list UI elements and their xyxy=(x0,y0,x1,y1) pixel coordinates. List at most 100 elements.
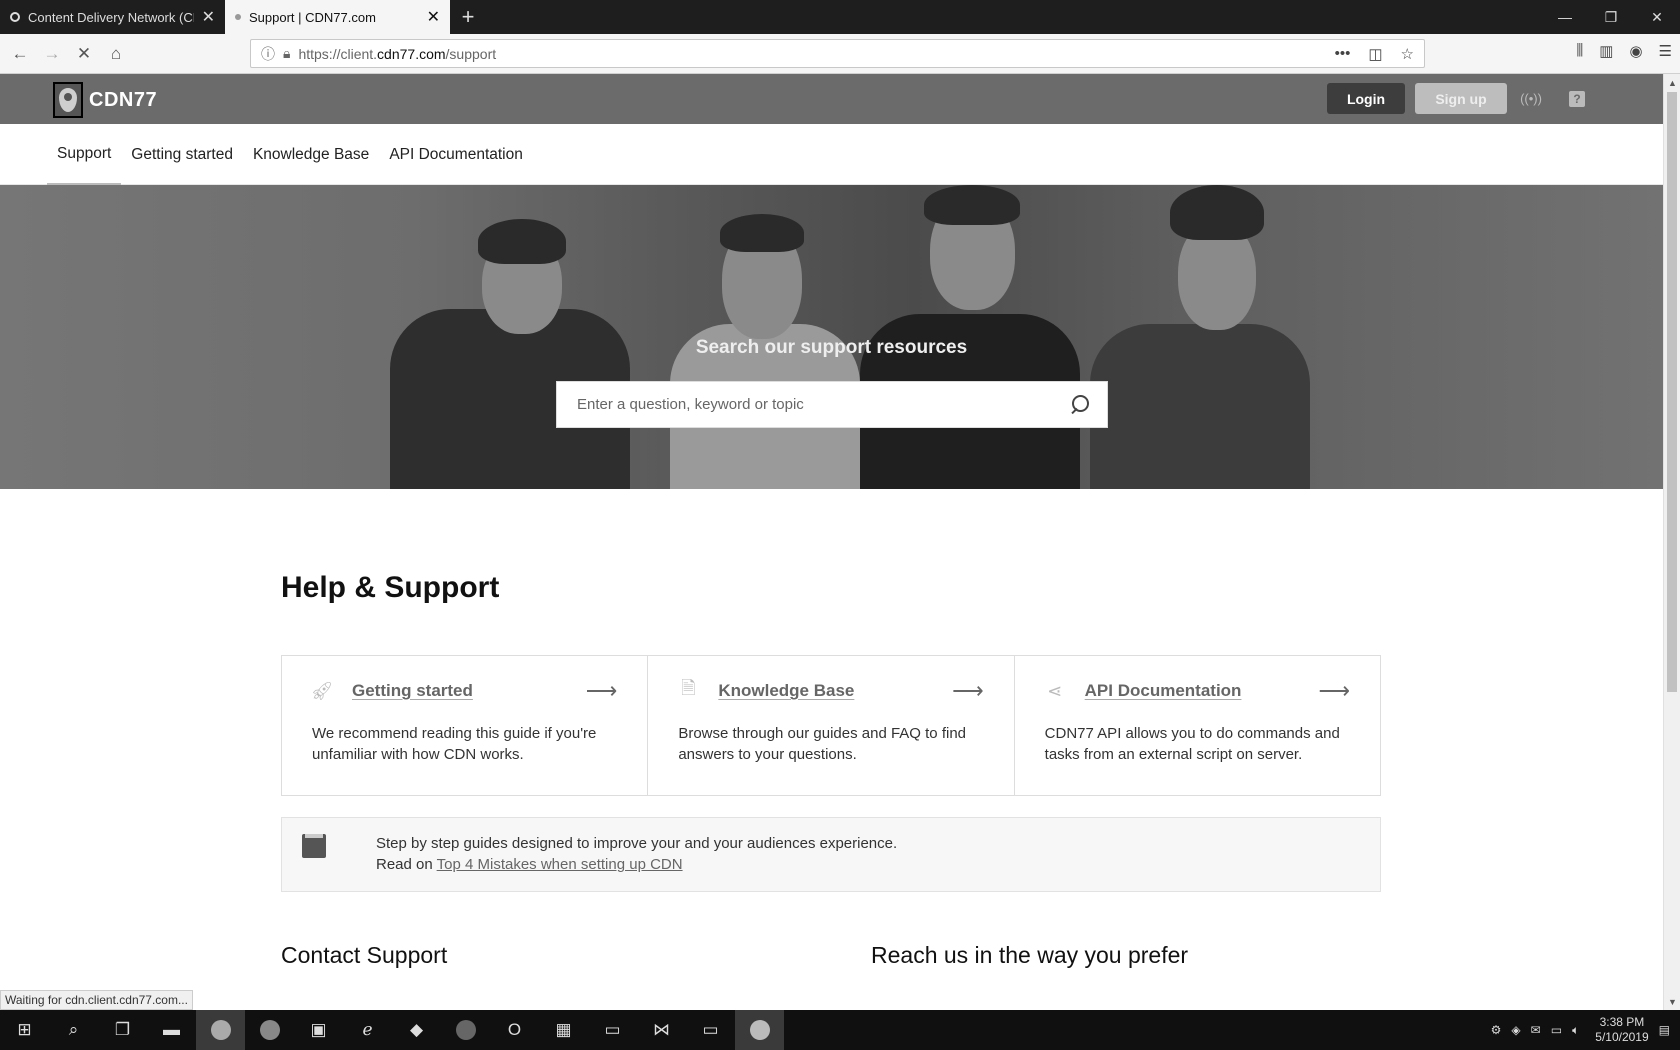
card-description: Browse through our guides and FAQ to fin… xyxy=(678,725,967,763)
read-on-label: Read on xyxy=(376,856,433,873)
stop-loading-icon[interactable]: ✕ xyxy=(72,42,96,66)
subnav-api-documentation[interactable]: API Documentation xyxy=(379,124,533,185)
menu-icon[interactable]: ☰ xyxy=(1659,42,1672,60)
browser-status-bar: Waiting for cdn.client.cdn77.com... xyxy=(0,990,193,1010)
login-button[interactable]: Login xyxy=(1327,83,1405,114)
hero-banner: Search our support resources xyxy=(0,185,1663,489)
card-title[interactable]: Getting started xyxy=(352,681,586,701)
close-tab-icon[interactable]: ✕ xyxy=(202,7,215,27)
card-knowledge-base[interactable]: 🗎︎ Knowledge Base ⟶ Browse through our g… xyxy=(648,656,1015,795)
site-header: CDN77 Login Sign up ((•)) ? xyxy=(0,74,1663,124)
page-scrollbar[interactable]: ▲ ▼ xyxy=(1663,74,1680,1010)
file-explorer-icon[interactable]: ▬ xyxy=(147,1010,196,1050)
pycharm-icon[interactable]: ▦ xyxy=(539,1010,588,1050)
browser-toolbar: ← → ✕ ⌂ ⓘ 🔒︎ https://client.cdn77.com/su… xyxy=(0,34,1680,74)
subnav-getting-started[interactable]: Getting started xyxy=(121,124,243,185)
guide-text: Step by step guides designed to improve … xyxy=(376,835,898,852)
logo-text: CDN77 xyxy=(89,88,158,111)
firefox-icon[interactable] xyxy=(245,1010,294,1050)
address-bar[interactable]: ⓘ 🔒︎ https://client.cdn77.com/support ••… xyxy=(250,39,1425,68)
search-icon[interactable]: ⌕ xyxy=(49,1010,98,1050)
hero-title: Search our support resources xyxy=(695,337,968,358)
dropbox-icon[interactable]: ◈ xyxy=(1511,1023,1520,1037)
guide-link[interactable]: Top 4 Mistakes when setting up CDN xyxy=(437,856,683,873)
app-icon[interactable]: ◆ xyxy=(392,1010,441,1050)
volume-icon[interactable]: 🔈︎ xyxy=(1572,1023,1579,1038)
map-pin-logo-icon xyxy=(53,82,83,118)
card-api-documentation[interactable]: ⋖ API Documentation ⟶ CDN77 API allows y… xyxy=(1015,656,1380,795)
arrow-right-icon[interactable]: ⟶ xyxy=(586,678,618,704)
chrome-alt-icon[interactable] xyxy=(441,1010,490,1050)
main-content: Help & Support 🚀︎ Getting started ⟶ We r… xyxy=(281,571,1381,969)
signup-button[interactable]: Sign up xyxy=(1415,83,1507,114)
support-search-input[interactable] xyxy=(577,396,1069,413)
back-arrow-icon[interactable]: ← xyxy=(8,42,32,66)
task-view-icon[interactable]: ❐ xyxy=(98,1010,147,1050)
account-icon[interactable]: ◉ xyxy=(1629,42,1642,60)
tab-favicon-icon xyxy=(10,12,20,22)
sidebar-icon[interactable]: ▥ xyxy=(1599,42,1613,60)
window-controls: — ❐ ✕ xyxy=(1542,0,1680,34)
tray-app-icon[interactable]: ⚙ xyxy=(1491,1023,1502,1037)
page-actions-icon[interactable]: ••• xyxy=(1335,45,1351,63)
scroll-up-icon[interactable]: ▲ xyxy=(1664,74,1680,91)
share-icon: ⋖ xyxy=(1047,680,1063,701)
windows-taskbar: ⊞ ⌕ ❐ ▬ ▣ ℯ ◆ O ▦ ▭ ⋈ ▭ ⚙ ◈ ✉ ▭ 🔈︎ 3:38 … xyxy=(0,1010,1680,1050)
tray-mail-icon[interactable]: ✉ xyxy=(1531,1023,1541,1037)
help-question-icon[interactable]: ? xyxy=(1569,90,1585,107)
tab-title: Content Delivery Network (CDN) xyxy=(28,9,194,25)
search-icon[interactable] xyxy=(1069,394,1089,415)
minimize-icon[interactable]: — xyxy=(1542,0,1588,34)
tab-title: Support | CDN77.com xyxy=(249,9,376,25)
arrow-right-icon[interactable]: ⟶ xyxy=(1318,678,1350,704)
opera-icon[interactable]: O xyxy=(490,1010,539,1050)
home-icon[interactable]: ⌂ xyxy=(104,42,128,66)
card-description: We recommend reading this guide if you'r… xyxy=(312,725,597,763)
close-window-icon[interactable]: ✕ xyxy=(1634,0,1680,34)
subnav-support[interactable]: Support xyxy=(47,124,122,185)
network-icon[interactable]: ▭ xyxy=(1551,1023,1562,1037)
rocket-icon: 🚀︎ xyxy=(310,680,334,701)
chrome-icon[interactable] xyxy=(196,1010,245,1050)
notifications-icon[interactable]: ▤ xyxy=(1659,1023,1670,1037)
clock-time: 3:38 PM xyxy=(1599,1015,1645,1029)
bookmark-star-icon[interactable]: ☆ xyxy=(1401,45,1414,63)
card-title[interactable]: Knowledge Base xyxy=(718,681,952,701)
browser-tab-support[interactable]: Support | CDN77.com ✕ xyxy=(225,0,450,34)
url-text[interactable]: https://client.cdn77.com/support xyxy=(298,46,1326,62)
new-tab-button[interactable]: + xyxy=(450,0,486,34)
contact-support-heading: Contact Support xyxy=(281,942,448,968)
arrow-right-icon[interactable]: ⟶ xyxy=(952,678,984,704)
library-icon[interactable]: ⫼ xyxy=(1576,42,1583,60)
browser-tab-bar: Content Delivery Network (CDN) ✕ Support… xyxy=(0,0,1680,34)
clock[interactable]: 3:38 PM 5/10/2019 xyxy=(1595,1015,1648,1045)
info-icon[interactable]: ⓘ xyxy=(261,44,275,64)
help-cards: 🚀︎ Getting started ⟶ We recommend readin… xyxy=(281,655,1381,796)
tab-loading-icon xyxy=(235,14,241,20)
save-disk-icon[interactable]: ▣ xyxy=(294,1010,343,1050)
pocket-icon[interactable]: ◫ xyxy=(1368,45,1382,63)
terminal-alt-icon[interactable]: ▭ xyxy=(686,1010,735,1050)
support-subnav: Support Getting started Knowledge Base A… xyxy=(0,124,1663,185)
card-description: CDN77 API allows you to do commands and … xyxy=(1044,725,1340,763)
forward-arrow-icon[interactable]: → xyxy=(40,42,64,66)
status-broadcast-icon[interactable]: ((•)) xyxy=(1517,85,1545,113)
browser-tab-cdn[interactable]: Content Delivery Network (CDN) ✕ xyxy=(0,0,225,34)
windows-start-icon[interactable]: ⊞ xyxy=(0,1010,49,1050)
clock-date: 5/10/2019 xyxy=(1595,1030,1649,1044)
cdn77-logo[interactable]: CDN77 xyxy=(53,82,157,118)
system-tray: ⚙ ◈ ✉ ▭ 🔈︎ 3:38 PM 5/10/2019 ▤ xyxy=(1491,1010,1670,1050)
visual-studio-icon[interactable]: ⋈ xyxy=(637,1010,686,1050)
close-tab-icon[interactable]: ✕ xyxy=(427,7,440,27)
edge-icon[interactable]: ℯ xyxy=(343,1010,392,1050)
reach-us-heading: Reach us in the way you prefer xyxy=(871,942,1189,968)
card-title[interactable]: API Documentation xyxy=(1085,681,1319,701)
card-getting-started[interactable]: 🚀︎ Getting started ⟶ We recommend readin… xyxy=(282,656,649,795)
scrollbar-thumb[interactable] xyxy=(1667,92,1677,692)
subnav-knowledge-base[interactable]: Knowledge Base xyxy=(243,124,379,185)
scroll-down-icon[interactable]: ▼ xyxy=(1664,993,1680,1010)
terminal-icon[interactable]: ▭ xyxy=(588,1010,637,1050)
restore-icon[interactable]: ❐ xyxy=(1588,0,1634,34)
guide-callout: Step by step guides designed to improve … xyxy=(281,817,1381,892)
firefox-active-icon[interactable] xyxy=(735,1010,784,1050)
